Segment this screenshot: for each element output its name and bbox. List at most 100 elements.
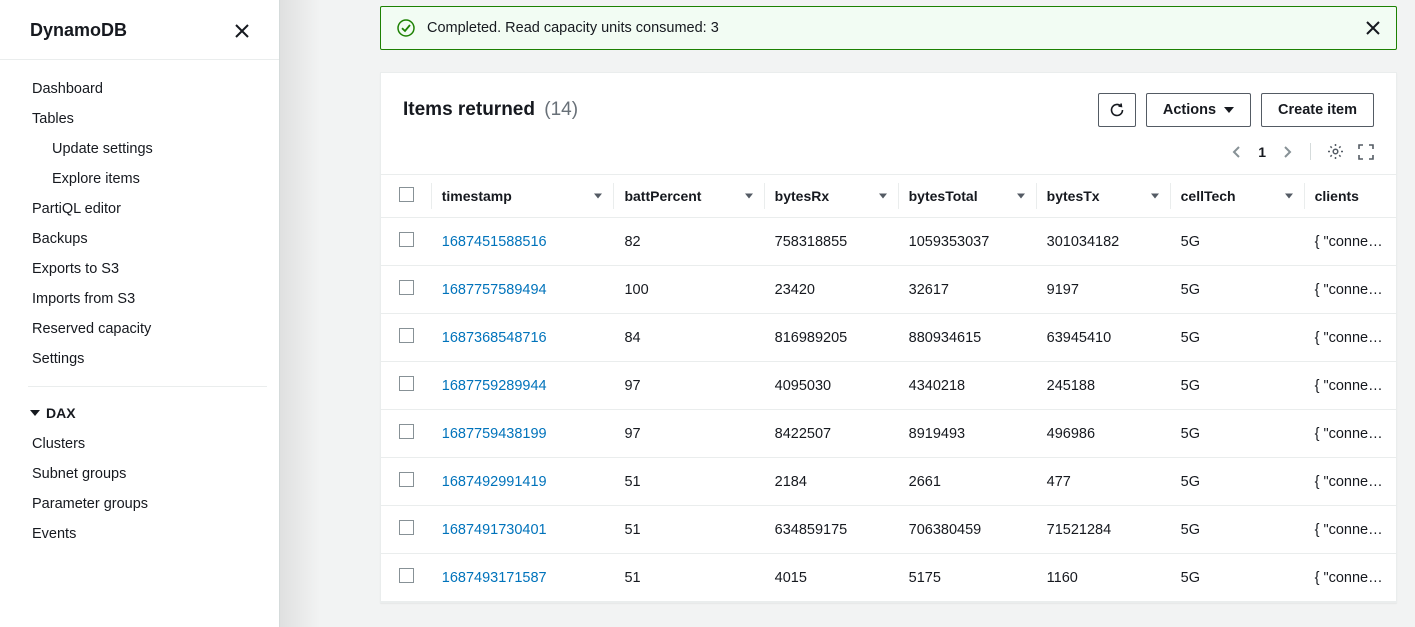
row-checkbox[interactable] [399,232,414,247]
row-checkbox[interactable] [399,280,414,295]
col-bytestx[interactable]: bytesTx [1037,175,1171,218]
col-bytesrx[interactable]: bytesRx [765,175,899,218]
nav-explore-items[interactable]: Explore items [28,164,267,194]
row-checkbox[interactable] [399,568,414,583]
cell-bytesrx: 2184 [765,458,899,506]
nav-dax-subnet-groups[interactable]: Subnet groups [28,459,267,489]
row-checkbox[interactable] [399,520,414,535]
cell-celltech: 5G [1171,266,1305,314]
col-battpercent[interactable]: battPercent [614,175,764,218]
cell-timestamp[interactable]: 1687757589494 [442,282,547,298]
sort-icon[interactable] [1151,194,1159,199]
nav-tables[interactable]: Tables [28,104,267,134]
fullscreen-icon[interactable] [1358,144,1374,160]
pager-next[interactable] [1282,145,1292,159]
nav-dax-clusters[interactable]: Clusters [28,429,267,459]
table-row: 168775928994497409503043402182451885G{ "… [381,362,1396,410]
col-timestamp[interactable]: timestamp [432,175,615,218]
flash-close-icon[interactable] [1366,21,1380,35]
cell-bytestotal: 5175 [899,554,1037,602]
actions-button[interactable]: Actions [1146,93,1251,127]
nav-update-settings[interactable]: Update settings [28,134,267,164]
cell-bytesrx: 4015 [765,554,899,602]
settings-icon[interactable] [1327,143,1344,160]
cell-battpercent: 51 [614,554,764,602]
create-item-button[interactable]: Create item [1261,93,1374,127]
cell-celltech: 5G [1171,218,1305,266]
table-row: 1687757589494100234203261791975G{ "conne… [381,266,1396,314]
cell-timestamp[interactable]: 1687451588516 [442,234,547,250]
cell-battpercent: 100 [614,266,764,314]
table-row: 1687368548716848169892058809346156394541… [381,314,1396,362]
nav-section-dax[interactable]: DAX [28,397,267,429]
cell-clients: { "connecte... [1305,506,1396,554]
cell-battpercent: 51 [614,458,764,506]
row-checkbox[interactable] [399,328,414,343]
cell-bytesrx: 8422507 [765,410,899,458]
nav-imports-s3[interactable]: Imports from S3 [28,284,267,314]
cell-bytesrx: 816989205 [765,314,899,362]
col-celltech[interactable]: cellTech [1171,175,1305,218]
row-checkbox[interactable] [399,376,414,391]
cell-bytestotal: 706380459 [899,506,1037,554]
sort-icon[interactable] [1017,194,1025,199]
cell-bytestx: 496986 [1037,410,1171,458]
refresh-icon [1109,102,1125,118]
nav-settings[interactable]: Settings [28,344,267,374]
cell-clients: { "connecte... [1305,458,1396,506]
nav-dax-parameter-groups[interactable]: Parameter groups [28,489,267,519]
cell-battpercent: 97 [614,362,764,410]
cell-bytestotal: 880934615 [899,314,1037,362]
cell-celltech: 5G [1171,458,1305,506]
table-row: 168775943819997842250789194934969865G{ "… [381,410,1396,458]
nav-dashboard[interactable]: Dashboard [28,74,267,104]
cell-bytestx: 1160 [1037,554,1171,602]
cell-bytesrx: 4095030 [765,362,899,410]
col-clients[interactable]: clients [1305,175,1396,218]
cell-bytesrx: 758318855 [765,218,899,266]
pager: 1 [1232,144,1292,160]
nav-dax-events[interactable]: Events [28,519,267,549]
cell-clients: { "connecte... [1305,554,1396,602]
panel-count: (14) [544,99,578,120]
nav-backups[interactable]: Backups [28,224,267,254]
cell-celltech: 5G [1171,506,1305,554]
cell-timestamp[interactable]: 1687759438199 [442,426,547,442]
cell-bytestx: 477 [1037,458,1171,506]
cell-bytesrx: 634859175 [765,506,899,554]
table-row: 1687491730401516348591757063804597152128… [381,506,1396,554]
sort-icon[interactable] [879,194,887,199]
cell-battpercent: 97 [614,410,764,458]
sidebar: DynamoDB Dashboard Tables Update setting… [0,0,280,627]
flash-message: Completed. Read capacity units consumed:… [427,20,1354,36]
cell-clients: { "connecte... [1305,218,1396,266]
sort-icon[interactable] [745,194,753,199]
row-checkbox[interactable] [399,424,414,439]
cell-bytestx: 71521284 [1037,506,1171,554]
sort-icon[interactable] [1285,194,1293,199]
nav-exports-s3[interactable]: Exports to S3 [28,254,267,284]
cell-timestamp[interactable]: 1687491730401 [442,522,547,538]
refresh-button[interactable] [1098,93,1136,127]
cell-celltech: 5G [1171,554,1305,602]
cell-bytestotal: 1059353037 [899,218,1037,266]
main: Completed. Read capacity units consumed:… [280,0,1415,627]
create-item-label: Create item [1278,102,1357,118]
cell-timestamp[interactable]: 1687492991419 [442,474,547,490]
cell-clients: { "connecte... [1305,362,1396,410]
select-all-checkbox[interactable] [399,187,414,202]
table-header-row: timestamp battPercent bytesRx bytesTotal… [381,175,1396,218]
pager-prev[interactable] [1232,145,1242,159]
cell-timestamp[interactable]: 1687368548716 [442,330,547,346]
row-checkbox[interactable] [399,472,414,487]
nav-reserved-capacity[interactable]: Reserved capacity [28,314,267,344]
cell-bytestotal: 8919493 [899,410,1037,458]
sort-icon[interactable] [594,194,602,199]
cell-timestamp[interactable]: 1687759289944 [442,378,547,394]
close-icon[interactable] [235,24,249,38]
col-bytestotal[interactable]: bytesTotal [899,175,1037,218]
nav-partiql[interactable]: PartiQL editor [28,194,267,224]
cell-timestamp[interactable]: 1687493171587 [442,570,547,586]
cell-clients: { "connecte... [1305,266,1396,314]
caret-down-icon [1224,107,1234,113]
